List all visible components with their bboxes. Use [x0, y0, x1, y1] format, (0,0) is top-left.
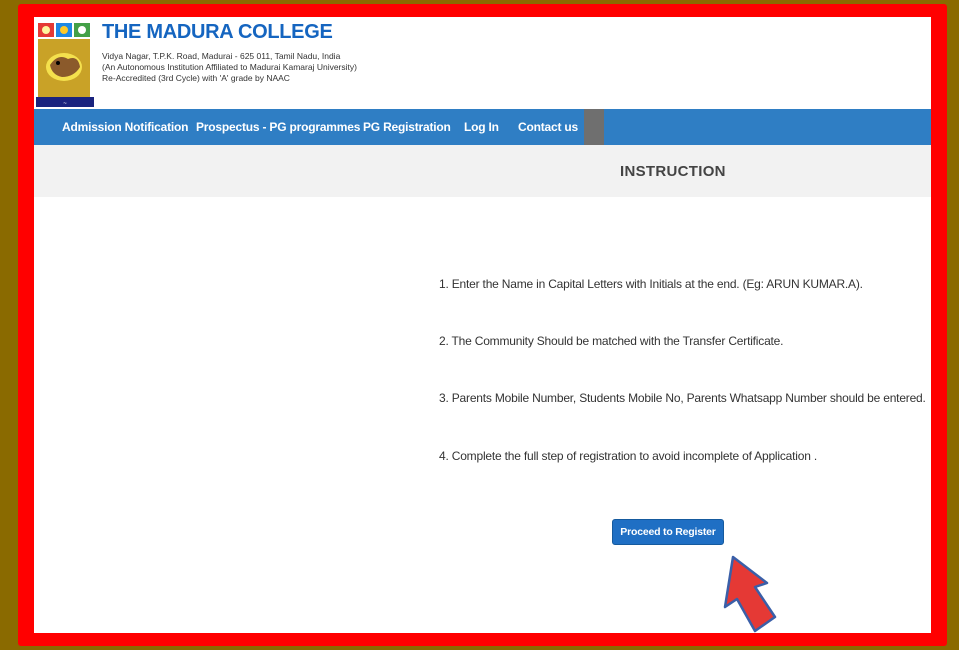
nav-spacer: [584, 109, 604, 145]
college-title: THE MADURA COLLEGE: [102, 21, 333, 43]
instruction-item: 4. Complete the full step of registratio…: [439, 449, 817, 463]
svg-text:~: ~: [63, 101, 67, 107]
main-nav: Admission Notification Prospectus - PG p…: [34, 109, 931, 145]
instruction-item: 3. Parents Mobile Number, Students Mobil…: [439, 391, 926, 405]
proceed-to-register-button[interactable]: Proceed to Register: [612, 519, 724, 545]
nav-pg-registration[interactable]: PG Registration: [363, 109, 451, 145]
affiliation-line: (An Autonomous Institution Affiliated to…: [102, 62, 357, 72]
arrow-up-pointer-icon: [723, 555, 777, 633]
nav-contact-us[interactable]: Contact us: [518, 109, 578, 145]
college-crest-icon[interactable]: ~: [36, 19, 94, 107]
page-title: INSTRUCTION: [620, 163, 726, 180]
instruction-item: 1. Enter the Name in Capital Letters wit…: [439, 277, 863, 291]
browser-page: ~ THE MADURA COLLEGE Vidya Nagar, T.P.K.…: [34, 17, 931, 633]
instruction-item: 2. The Community Should be matched with …: [439, 334, 784, 348]
nav-login[interactable]: Log In: [464, 109, 499, 145]
accreditation-line: Re-Accredited (3rd Cycle) with 'A' grade…: [102, 73, 290, 83]
title-band: [34, 145, 931, 197]
site-header: ~ THE MADURA COLLEGE Vidya Nagar, T.P.K.…: [34, 17, 931, 109]
address-line: Vidya Nagar, T.P.K. Road, Madurai - 625 …: [102, 51, 341, 61]
nav-admission-notification[interactable]: Admission Notification: [62, 109, 188, 145]
nav-prospectus-pg[interactable]: Prospectus - PG programmes: [196, 109, 360, 145]
